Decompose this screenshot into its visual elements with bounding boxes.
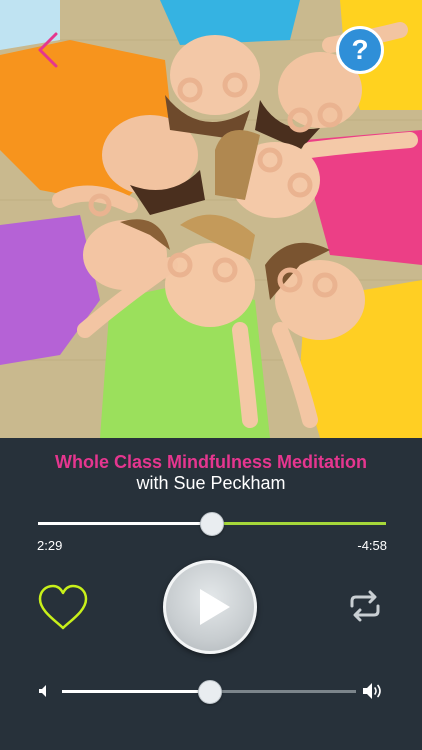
volume-level-bar: [62, 690, 209, 693]
speaker-low-icon: [39, 685, 46, 697]
heart-icon: [38, 584, 88, 630]
play-icon: [200, 589, 230, 625]
help-button[interactable]: ?: [336, 26, 384, 74]
speaker-high-icon: [363, 683, 381, 699]
track-title: Whole Class Mindfulness Meditation: [54, 452, 368, 472]
question-mark-icon: ?: [351, 34, 369, 65]
favorite-button[interactable]: [36, 583, 90, 633]
repeat-icon: [350, 590, 380, 622]
player-panel: Whole Class Mindfulness Meditation with …: [0, 438, 422, 750]
back-button[interactable]: [34, 30, 64, 70]
progress-thumb[interactable]: [200, 512, 225, 536]
elapsed-time: 2:29: [37, 538, 63, 553]
progress-elapsed-bar: [38, 522, 212, 525]
chevron-left-icon: [38, 32, 58, 68]
track-subtitle: with Sue Peckham: [136, 473, 286, 493]
play-button[interactable]: [163, 560, 257, 654]
player-screen: ? Whole Class Mindfulness Meditation wit…: [0, 0, 422, 750]
repeat-button[interactable]: [347, 590, 383, 622]
remaining-time: -4:58: [357, 538, 387, 553]
volume-thumb[interactable]: [198, 680, 222, 704]
